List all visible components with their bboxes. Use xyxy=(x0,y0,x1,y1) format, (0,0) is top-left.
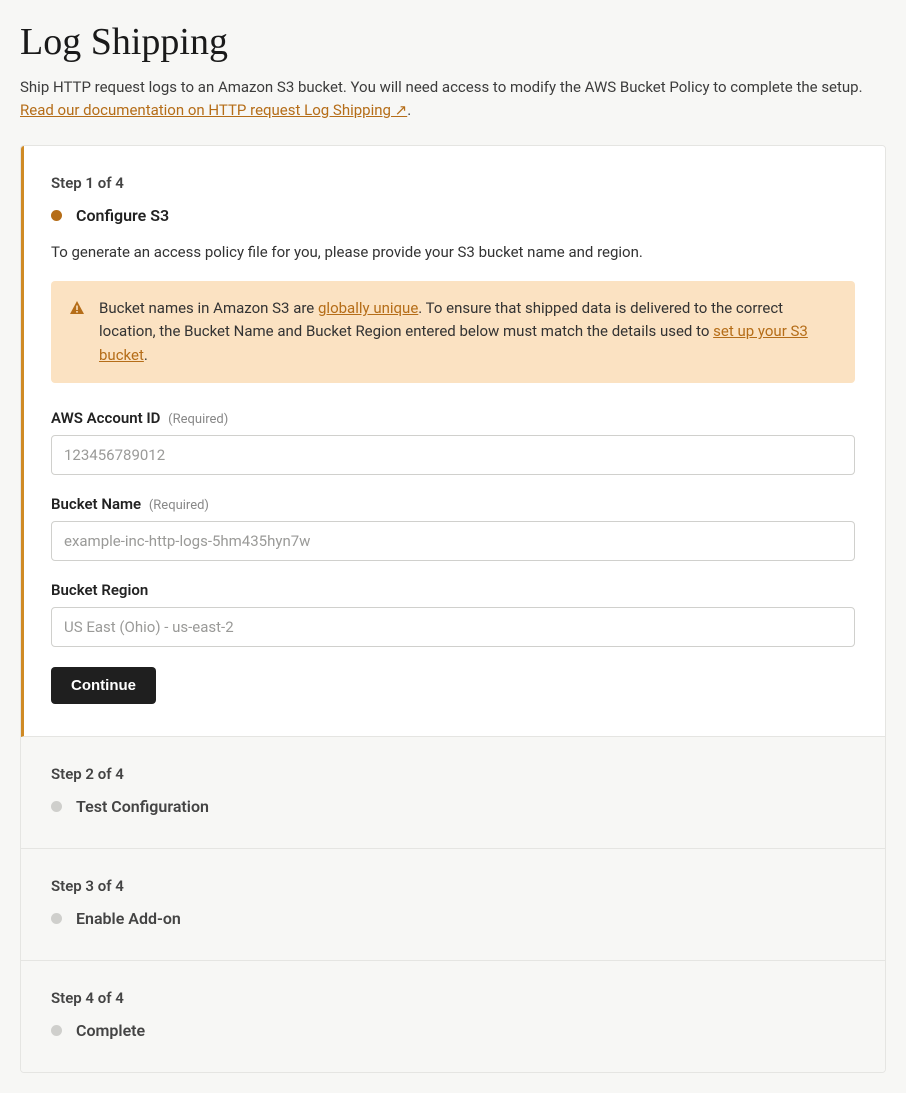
account-id-label: AWS Account ID xyxy=(51,409,160,427)
field-account-id: AWS Account ID (Required) xyxy=(51,409,855,475)
step-enable-addon: Step 3 of 4 Enable Add-on xyxy=(21,849,885,961)
step-title-row: Complete xyxy=(51,1021,855,1040)
warning-icon xyxy=(69,297,85,323)
step-counter: Step 3 of 4 xyxy=(51,877,855,895)
step-title: Configure S3 xyxy=(76,206,169,225)
step-status-dot-icon xyxy=(51,913,62,924)
continue-button[interactable]: Continue xyxy=(51,667,156,704)
step-status-dot-icon xyxy=(51,801,62,812)
step-title-row: Test Configuration xyxy=(51,797,855,816)
step-status-dot-icon xyxy=(51,1025,62,1036)
globally-unique-link[interactable]: globally unique xyxy=(318,299,418,317)
page-header: Log Shipping Ship HTTP request logs to a… xyxy=(20,20,886,121)
step-counter: Step 1 of 4 xyxy=(51,174,855,192)
steps-container: Step 1 of 4 Configure S3 To generate an … xyxy=(20,145,886,1073)
step-status-dot-icon xyxy=(51,210,62,221)
step-counter: Step 2 of 4 xyxy=(51,765,855,783)
step-title: Complete xyxy=(76,1021,145,1040)
field-bucket-region: Bucket Region xyxy=(51,581,855,647)
step-configure-s3: Step 1 of 4 Configure S3 To generate an … xyxy=(21,146,885,737)
step-complete: Step 4 of 4 Complete xyxy=(21,961,885,1072)
required-tag: (Required) xyxy=(168,412,228,427)
page-title: Log Shipping xyxy=(20,20,886,64)
step-test-configuration: Step 2 of 4 Test Configuration xyxy=(21,737,885,849)
bucket-name-label: Bucket Name xyxy=(51,495,141,513)
step-title: Enable Add-on xyxy=(76,909,181,928)
intro-text: Ship HTTP request logs to an Amazon S3 b… xyxy=(20,78,863,96)
required-tag: (Required) xyxy=(149,498,209,513)
step-description: To generate an access policy file for yo… xyxy=(51,243,855,261)
alert-warning: Bucket names in Amazon S3 are globally u… xyxy=(51,281,855,383)
field-bucket-name: Bucket Name (Required) xyxy=(51,495,855,561)
page-intro: Ship HTTP request logs to an Amazon S3 b… xyxy=(20,76,886,121)
bucket-name-input[interactable] xyxy=(51,521,855,561)
step-title-row: Enable Add-on xyxy=(51,909,855,928)
step-title-row: Configure S3 xyxy=(51,206,855,225)
alert-text: Bucket names in Amazon S3 are globally u… xyxy=(99,297,837,367)
account-id-input[interactable] xyxy=(51,435,855,475)
alert-text-post: . xyxy=(144,346,148,364)
alert-text-pre: Bucket names in Amazon S3 are xyxy=(99,299,318,317)
docs-link[interactable]: Read our documentation on HTTP request L… xyxy=(20,101,407,119)
step-counter: Step 4 of 4 xyxy=(51,989,855,1007)
bucket-region-input[interactable] xyxy=(51,607,855,647)
step-title: Test Configuration xyxy=(76,797,209,816)
bucket-region-label: Bucket Region xyxy=(51,581,148,599)
docs-link-text: Read our documentation on HTTP request L… xyxy=(20,101,407,119)
